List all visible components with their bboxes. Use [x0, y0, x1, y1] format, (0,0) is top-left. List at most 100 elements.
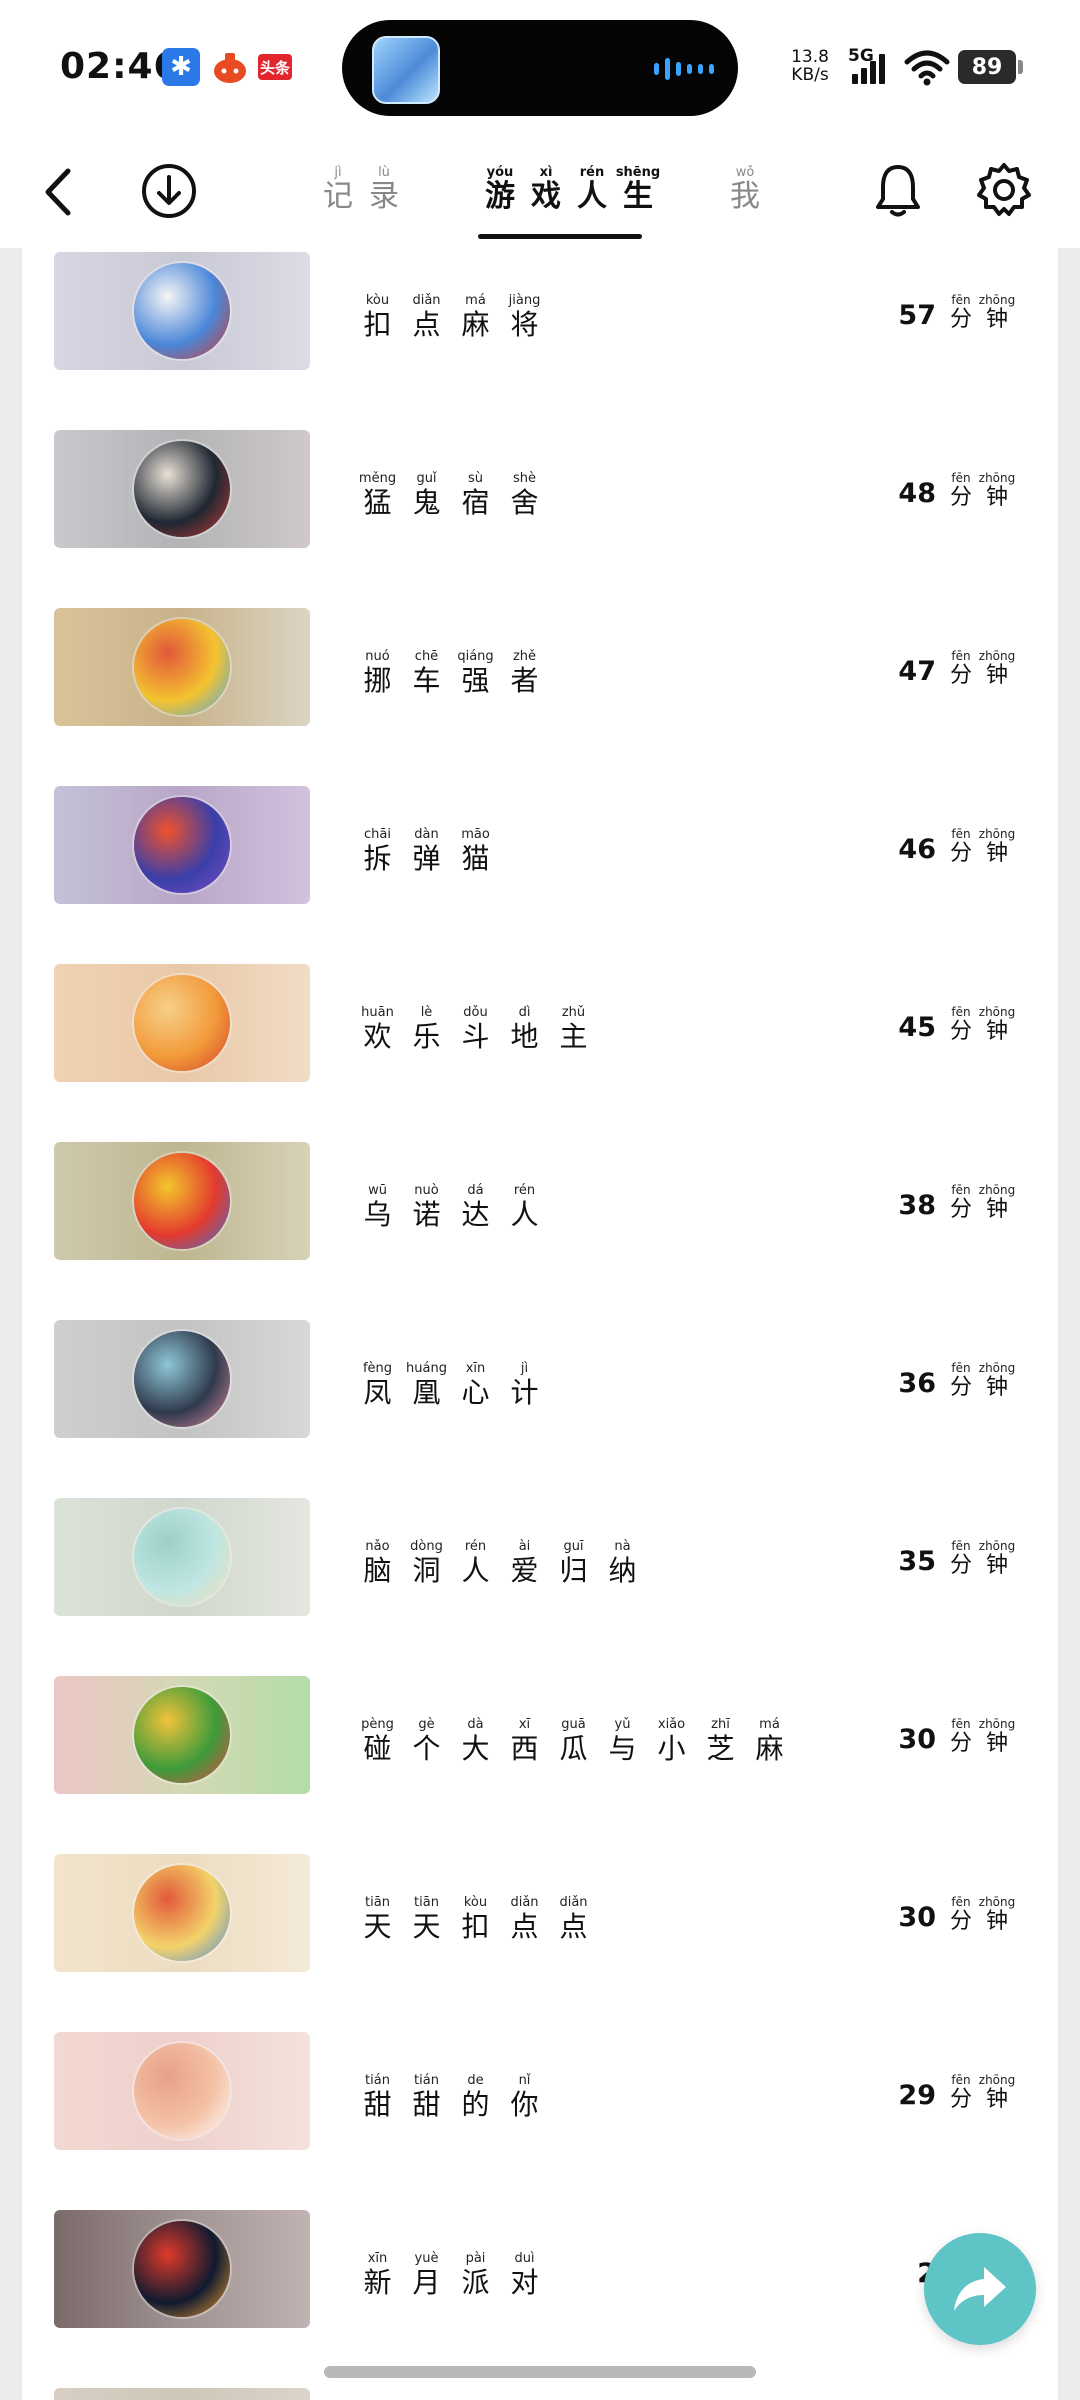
game-row[interactable]: měng 猛 guǐ 鬼 sù 宿 shè 舍 48 fēn 分 zhōng 钟: [22, 428, 1058, 548]
hanzi: 分: [949, 2087, 972, 2112]
notification-app-icon: [210, 48, 250, 86]
name-character: guā 瓜: [551, 1718, 596, 1766]
share-button[interactable]: [924, 2233, 1036, 2345]
game-thumbnail[interactable]: [54, 1142, 310, 1260]
game-icon: [134, 975, 230, 1071]
game-thumbnail[interactable]: [54, 1320, 310, 1438]
game-row[interactable]: chāi 拆 dàn 弹 māo 猫 46 fēn 分 zhōng 钟: [22, 784, 1058, 904]
pinyin: fēn: [951, 827, 971, 841]
hanzi: 天: [363, 1910, 392, 1943]
battery-cap: [1018, 60, 1023, 74]
tab-records[interactable]: jì 记 lù 录: [318, 166, 404, 214]
pinyin: dá: [467, 1183, 484, 1198]
hanzi: 扣: [363, 308, 392, 341]
now-playing-thumbnail: [372, 36, 440, 104]
game-thumbnail[interactable]: [54, 608, 310, 726]
hanzi: 钟: [985, 2087, 1008, 2112]
game-thumbnail[interactable]: [54, 252, 310, 370]
game-thumbnail[interactable]: [54, 786, 310, 904]
duration-unit: fēn分zhōng钟: [944, 1895, 1016, 1935]
hanzi: 强: [461, 664, 490, 697]
dynamic-island[interactable]: [342, 20, 738, 116]
game-icon: [134, 1331, 230, 1427]
game-row[interactable]: wū 乌 nuò 诺 dá 达 rén 人 38 fēn 分 zhōng 钟: [22, 1140, 1058, 1260]
name-character: tiān 天: [404, 1896, 449, 1944]
game-row[interactable]: tián 甜 tián 甜 de 的 nǐ 你 29 fēn 分 zhōng 钟: [22, 2030, 1058, 2150]
play-duration: 29 fēn 分 zhōng 钟: [898, 2074, 1015, 2113]
hanzi: 拆: [363, 842, 392, 875]
hanzi: 舍: [510, 486, 539, 519]
wifi-icon: [904, 50, 950, 90]
hanzi: 钟: [985, 1019, 1008, 1044]
unit-character: fēn分: [944, 294, 978, 333]
hanzi: 者: [510, 664, 539, 697]
game-thumbnail[interactable]: [54, 430, 310, 548]
hanzi: 钟: [985, 663, 1008, 688]
pinyin: dì: [518, 1005, 531, 1020]
game-thumbnail[interactable]: [54, 2210, 310, 2328]
duration-unit: fēn分zhōng钟: [944, 1362, 1015, 1401]
hanzi: 人: [510, 1198, 539, 1231]
game-row[interactable]: nuó 挪 chē 车 qiáng 强 zhě 者 47 fēn 分 zhōng 钟: [22, 606, 1058, 726]
hanzi: 甜: [412, 2088, 441, 2121]
unit-character: fēn分: [944, 1540, 978, 1579]
name-character: tián 甜: [404, 2074, 449, 2122]
download-button[interactable]: [140, 162, 198, 220]
game-thumbnail[interactable]: [54, 1854, 310, 1972]
tab-char: 我: [730, 179, 760, 214]
duration-minutes: 35: [898, 1546, 936, 1577]
pinyin: chē: [414, 649, 439, 664]
pinyin: zhōng: [978, 1183, 1016, 1197]
hanzi: 个: [412, 1732, 441, 1765]
hanzi: 心: [461, 1376, 490, 1409]
bluetooth-icon: ✱: [162, 48, 200, 86]
tab-char: 生: [623, 179, 653, 214]
pinyin: pài: [465, 2251, 486, 2266]
game-row[interactable]: huān 欢 lè 乐 dǒu 斗 dì 地 zhǔ 主 45 fēn 分 zhōng 钟: [22, 962, 1058, 1082]
hanzi: 乌: [363, 1198, 392, 1231]
game-row[interactable]: xīn新yuè月pài派duì对2fēn分zhōng钟: [22, 2208, 1058, 2328]
game-thumbnail[interactable]: [54, 964, 310, 1082]
game-thumbnail[interactable]: [54, 1676, 310, 1794]
hanzi: 凰: [412, 1376, 441, 1409]
pinyin: zhī: [711, 1717, 730, 1732]
pinyin: zhōng: [978, 1895, 1016, 1909]
game-name: nǎo 脑 dòng 洞 rén 人 ài 爱 guī 归 nà 纳: [355, 1540, 645, 1588]
game-thumbnail[interactable]: [54, 2032, 310, 2150]
hanzi: 诺: [412, 1198, 441, 1231]
game-row[interactable]: kòu 扣 diǎn 点 má 麻 jiàng 将 57 fēn 分 zhōng 钟: [22, 250, 1058, 370]
pinyin: jì: [520, 1361, 529, 1376]
game-time-list[interactable]: kòu 扣 diǎn 点 má 麻 jiàng 将 57 fēn 分 zhōng 钟 měng 猛 guǐ 鬼 s…: [22, 248, 1058, 2400]
unit-character: fēn分: [944, 1362, 978, 1401]
name-character: diǎn 点: [502, 1896, 547, 1944]
hanzi: 脑: [363, 1554, 392, 1587]
pinyin: kòu: [463, 1895, 488, 1910]
game-name: měng 猛 guǐ 鬼 sù 宿 shè 舍: [355, 472, 547, 520]
game-thumbnail[interactable]: [54, 1498, 310, 1616]
game-row[interactable]: [22, 2386, 1058, 2400]
unit-character: zhōng钟: [979, 2074, 1015, 2113]
game-icon: [134, 797, 230, 893]
tab-me[interactable]: wǒ 我: [725, 166, 765, 214]
name-character: fèng 凤: [355, 1362, 400, 1410]
hanzi: 甜: [363, 2088, 392, 2121]
back-button[interactable]: [32, 162, 82, 222]
back-arrow-icon: [45, 168, 71, 216]
game-row[interactable]: pèng 碰 gè 个 dà 大 xī 西 guā 瓜 yǔ 与 xiǎo 小 zhī 芝 má 麻 30 fēn 分 z…: [22, 1674, 1058, 1794]
game-thumbnail[interactable]: [54, 2388, 310, 2400]
game-row[interactable]: tiān 天 tiān 天 kòu 扣 diǎn 点 diǎn 点 30 fēn 分 zhōng 钟: [22, 1852, 1058, 1972]
notifications-button[interactable]: [868, 158, 928, 222]
game-row[interactable]: fèng 凤 huáng 凰 xīn 心 jì 计 36 fēn 分 zhōng 钟: [22, 1318, 1058, 1438]
gear-icon: [977, 163, 1031, 216]
hanzi: 钟: [985, 1553, 1008, 1578]
unit-character: fēn分: [944, 828, 978, 867]
battery-level: 89: [971, 54, 1003, 80]
pinyin: dǒu: [463, 1005, 488, 1020]
settings-button[interactable]: [974, 158, 1034, 222]
hanzi: 凤: [363, 1376, 392, 1409]
hanzi: 麻: [461, 308, 490, 341]
game-row[interactable]: nǎo 脑 dòng 洞 rén 人 ài 爱 guī 归 nà 纳 35 fēn 分 zhōng 钟: [22, 1496, 1058, 1616]
pinyin: xiǎo: [657, 1717, 686, 1732]
tab-game-life[interactable]: yóu 游 xì 戏 rén 人 shēng 生: [480, 166, 660, 214]
hanzi: 与: [608, 1732, 637, 1765]
